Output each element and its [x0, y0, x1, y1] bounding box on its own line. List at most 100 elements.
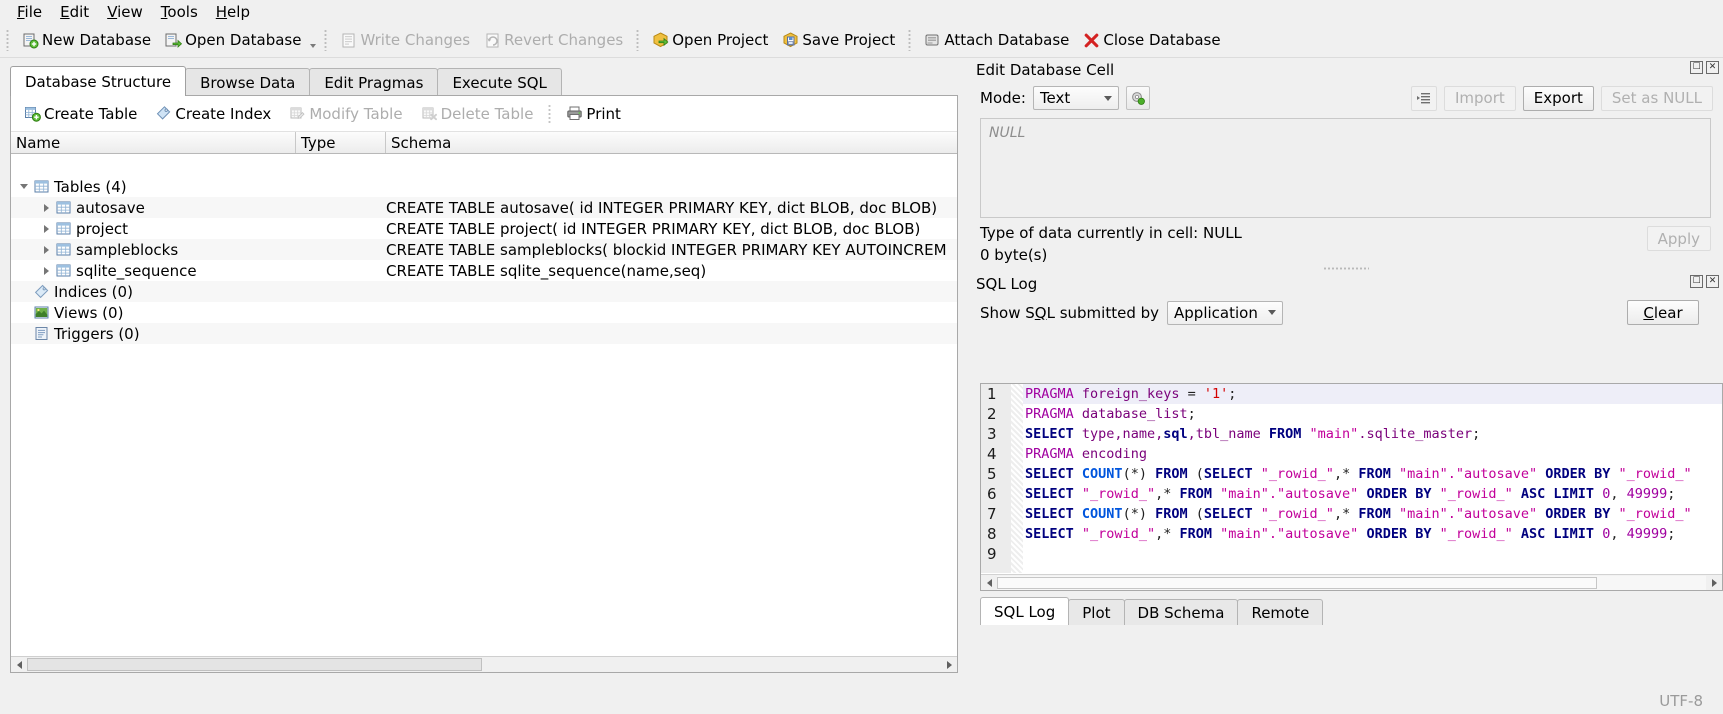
scroll-track[interactable] — [997, 576, 1706, 590]
main-tab-bar: Database StructureBrowse DataEdit Pragma… — [10, 66, 561, 96]
tree-horizontal-scrollbar[interactable] — [11, 656, 957, 672]
sql-log-line — [1023, 544, 1722, 564]
set-as-null-button[interactable]: Set as NULL — [1601, 86, 1713, 111]
export-button[interactable]: Export — [1523, 86, 1594, 111]
clear-log-button[interactable]: Clear — [1627, 300, 1699, 325]
sql-token: "_rowid_" — [1261, 506, 1334, 522]
table-row[interactable]: sampleblocksCREATE TABLE sampleblocks( b… — [11, 239, 957, 260]
float-icon[interactable]: ☐ — [1690, 275, 1703, 288]
sql-token: ; — [1472, 426, 1480, 442]
bottom-tab-plot[interactable]: Plot — [1068, 599, 1124, 625]
mode-select[interactable]: Text — [1033, 86, 1119, 110]
bottom-tab-sql-log[interactable]: SQL Log — [980, 597, 1069, 625]
open-database-button[interactable]: Open Database — [158, 27, 308, 53]
sql-token — [1513, 486, 1521, 502]
table-row[interactable]: Tables (4) — [11, 176, 957, 197]
expand-toggle-icon[interactable] — [39, 225, 53, 233]
write-changes-button[interactable]: Write Changes — [333, 27, 477, 53]
table-row[interactable]: Indices (0) — [11, 281, 957, 302]
new-database-button[interactable]: New Database — [15, 27, 158, 53]
tab-execute-sql[interactable]: Execute SQL — [437, 68, 561, 96]
menu-item-ools[interactable]: Tools — [152, 1, 207, 23]
cell-size-info: 0 byte(s) — [968, 242, 1647, 264]
table-row[interactable]: autosaveCREATE TABLE autosave( id INTEGE… — [11, 197, 957, 218]
close-icon[interactable]: ✕ — [1706, 275, 1719, 288]
bottom-tab-remote[interactable]: Remote — [1237, 599, 1323, 625]
menu-item-iew[interactable]: View — [98, 1, 152, 23]
sql-token — [1594, 486, 1602, 502]
attach-database-button[interactable]: Attach Database — [917, 27, 1076, 53]
line-number: 7 — [981, 504, 1011, 524]
sql-filter-select[interactable]: Application — [1167, 301, 1283, 325]
revert-changes-icon — [484, 32, 501, 49]
close-database-button[interactable]: Close Database — [1076, 27, 1227, 53]
sql-token: ,tbl_name — [1188, 426, 1269, 442]
scroll-right-arrow-icon[interactable] — [941, 657, 957, 672]
close-icon[interactable]: ✕ — [1706, 61, 1719, 74]
table-row[interactable]: Triggers (0) — [11, 323, 957, 344]
menu-item-ile[interactable]: File — [8, 1, 51, 23]
scroll-left-arrow-icon[interactable] — [981, 575, 997, 590]
print-button[interactable]: Print — [557, 101, 630, 127]
sql-token: .sqlite_master — [1358, 426, 1472, 442]
table-icon — [56, 200, 71, 215]
expand-toggle-icon[interactable] — [39, 267, 53, 275]
tree-item-label: Tables (4) — [54, 178, 127, 196]
mode-label: Mode: — [980, 89, 1026, 107]
auto-switch-mode-button[interactable] — [1126, 86, 1150, 110]
import-button[interactable]: Import — [1444, 86, 1516, 111]
menu-item-elp[interactable]: Help — [207, 1, 259, 23]
tab-edit-pragmas[interactable]: Edit Pragmas — [309, 68, 438, 96]
modify-table-button[interactable]: Modify Table — [280, 101, 411, 127]
menu-item-dit[interactable]: Edit — [51, 1, 98, 23]
scroll-left-arrow-icon[interactable] — [11, 657, 27, 672]
tab-database-structure[interactable]: Database Structure — [10, 66, 186, 96]
sql-log-textarea[interactable]: 123456789 PRAGMA foreign_keys = '1';PRAG… — [980, 383, 1723, 591]
table-row[interactable]: projectCREATE TABLE project( id INTEGER … — [11, 218, 957, 239]
button-label: Delete Table — [441, 105, 534, 123]
open-database-dropdown-arrow[interactable] — [308, 29, 318, 51]
sql-log-horizontal-scrollbar[interactable] — [981, 574, 1722, 590]
delete-table-button[interactable]: Delete Table — [412, 101, 543, 127]
bottom-tab-db-schema[interactable]: DB Schema — [1124, 599, 1239, 625]
edit-cell-toolbar: Mode: Text Import Ex — [968, 82, 1723, 114]
expand-toggle-icon[interactable] — [39, 204, 53, 212]
table-row[interactable]: Views (0) — [11, 302, 957, 323]
apply-button[interactable]: Apply — [1647, 226, 1711, 251]
float-icon[interactable]: ☐ — [1690, 61, 1703, 74]
close-database-icon — [1083, 32, 1100, 49]
button-label: Attach Database — [944, 31, 1069, 49]
create-index-button[interactable]: Create Index — [146, 101, 280, 127]
revert-changes-button[interactable]: Revert Changes — [477, 27, 630, 53]
sql-token: ; — [1667, 486, 1675, 502]
sql-token: 49999 — [1627, 526, 1668, 542]
table-row[interactable]: sqlite_sequenceCREATE TABLE sqlite_seque… — [11, 260, 957, 281]
word-wrap-button[interactable] — [1411, 86, 1437, 111]
expand-toggle-icon[interactable] — [17, 184, 31, 189]
sql-token: SELECT — [1025, 426, 1074, 442]
tree-cell-name: Indices (0) — [11, 283, 296, 301]
scroll-track[interactable] — [27, 657, 941, 672]
column-header-type[interactable]: Type — [296, 132, 386, 153]
cell-editor-placeholder: NULL — [989, 125, 1025, 141]
expand-toggle-icon[interactable] — [39, 246, 53, 254]
scroll-thumb[interactable] — [997, 577, 1597, 589]
scroll-right-arrow-icon[interactable] — [1706, 575, 1722, 590]
action-separator — [548, 104, 551, 124]
dock-splitter[interactable] — [968, 264, 1723, 272]
database-tree[interactable]: Tables (4)autosaveCREATE TABLE autosave(… — [11, 176, 957, 656]
save-project-button[interactable]: Save Project — [775, 27, 902, 53]
column-header-name[interactable]: Name — [11, 132, 296, 153]
column-header-schema[interactable]: Schema — [386, 132, 957, 153]
cell-editor-textarea[interactable]: NULL — [980, 118, 1711, 218]
create-table-button[interactable]: Create Table — [15, 101, 146, 127]
tab-browse-data[interactable]: Browse Data — [185, 68, 310, 96]
status-bar: UTF-8 — [0, 690, 1723, 714]
sql-token: type,name, — [1082, 426, 1163, 442]
sql-token: "main"."autosave" — [1220, 526, 1358, 542]
sql-token: '1' — [1204, 386, 1228, 402]
scroll-thumb[interactable] — [27, 658, 482, 671]
main-toolbar: New DatabaseOpen Database Write ChangesRe… — [0, 23, 1723, 58]
sql-log-line: PRAGMA encoding — [1023, 444, 1722, 464]
open-project-button[interactable]: Open Project — [645, 27, 775, 53]
